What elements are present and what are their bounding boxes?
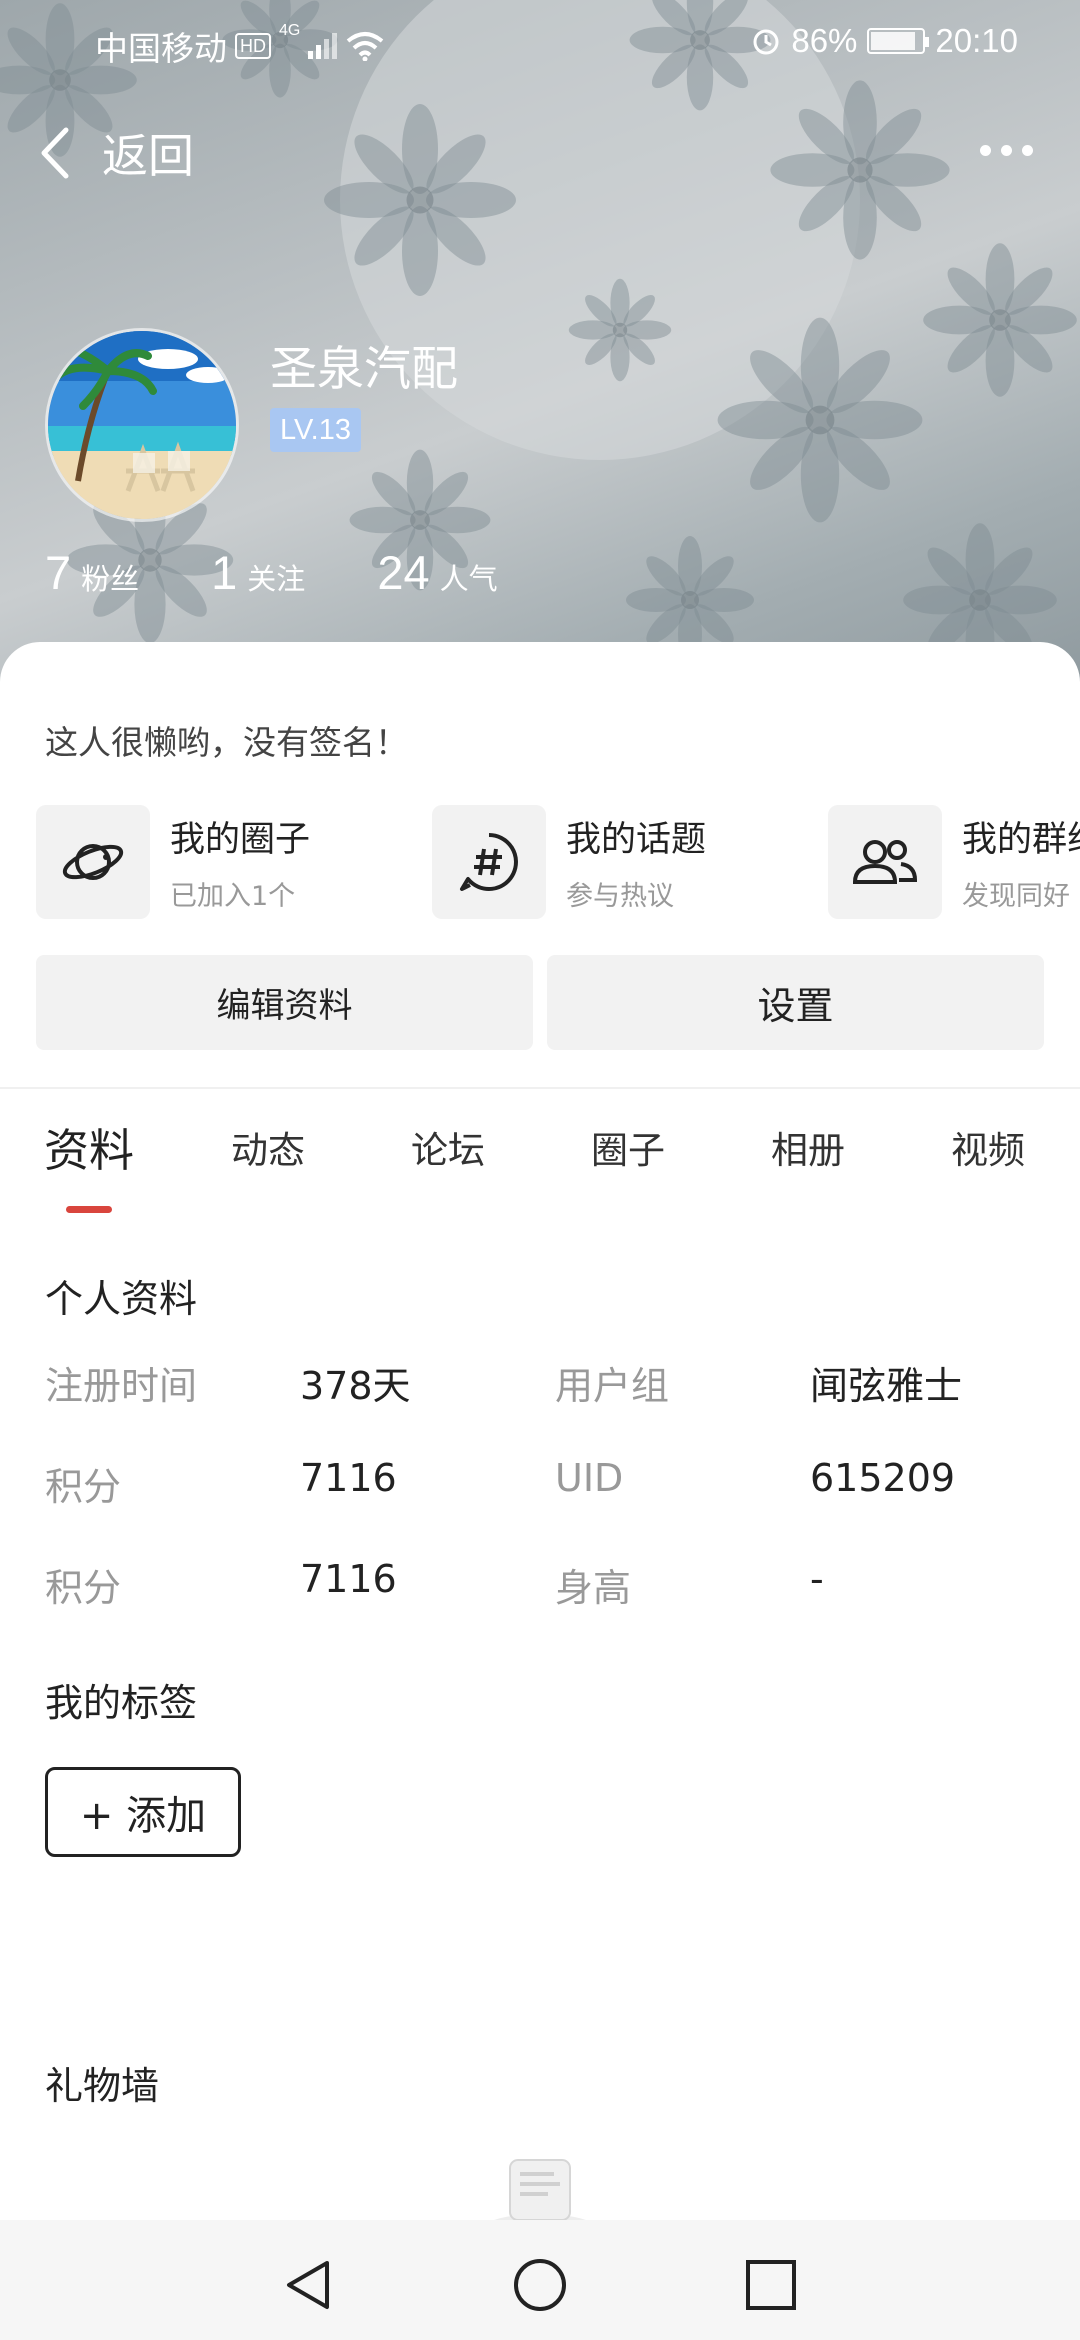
shortcut-subtitle: 参与热议	[566, 881, 674, 912]
profile-signature: 这人很懒哟，没有签名！	[45, 723, 408, 762]
stat-fans[interactable]: 7 粉丝	[45, 545, 139, 600]
topic-hash-icon	[432, 805, 546, 919]
my-tags-title: 我的标签	[45, 1681, 198, 1725]
info-key: UID	[555, 1456, 624, 1500]
planet-icon	[36, 805, 150, 919]
info-value: 378天	[300, 1364, 411, 1408]
tab-activity[interactable]: 动态	[231, 1120, 305, 1174]
shortcut-my-groups[interactable]: 我的群组 发现同好	[828, 805, 1080, 919]
info-value: 615209	[810, 1456, 956, 1500]
nav-back-icon[interactable]	[281, 2257, 337, 2313]
info-key: 注册时间	[45, 1364, 198, 1408]
active-tab-indicator	[66, 1206, 112, 1213]
divider	[0, 1087, 1080, 1089]
status-bar: 中国移动 HD 4G 86% 20:10	[0, 0, 1080, 84]
add-tag-button[interactable]: + 添加	[45, 1767, 241, 1857]
chevron-left-icon	[41, 127, 69, 179]
back-button[interactable]: 返回	[38, 120, 194, 186]
tab-forum[interactable]: 论坛	[411, 1120, 485, 1174]
alarm-icon	[753, 29, 779, 55]
info-key: 用户组	[555, 1364, 670, 1408]
shortcut-subtitle: 已加入1个	[170, 881, 296, 912]
tab-video[interactable]: 视频	[951, 1120, 1025, 1174]
group-icon	[828, 805, 942, 919]
gift-wall-title: 礼物墙	[45, 2064, 160, 2108]
hd-badge: HD	[235, 33, 271, 59]
shortcut-my-topics[interactable]: 我的话题 参与热议	[432, 805, 706, 919]
stat-label: 关注	[247, 562, 306, 596]
clock: 20:10	[935, 22, 1018, 59]
battery-icon	[867, 28, 930, 54]
beach-avatar-image	[48, 331, 236, 519]
stat-following[interactable]: 1 关注	[211, 545, 305, 600]
back-label: 返回	[102, 129, 194, 183]
stat-number: 1	[211, 546, 238, 599]
nav-recents-icon[interactable]	[743, 2257, 799, 2313]
settings-button[interactable]: 设置	[547, 955, 1044, 1050]
stat-label: 粉丝	[81, 562, 140, 596]
network-type: 4G	[279, 22, 301, 39]
info-value: 闻弦雅士	[810, 1364, 963, 1408]
stat-number: 24	[377, 546, 430, 599]
stat-popularity: 24 人气	[377, 545, 497, 600]
info-value: 7116	[300, 1557, 397, 1601]
profile-name: 圣泉汽配	[270, 342, 458, 397]
level-badge: LV.13	[270, 408, 361, 452]
profile-tabs: 资料 动态 论坛 圈子 相册 视频	[0, 1120, 1080, 1210]
info-value: 7116	[300, 1456, 397, 1500]
info-value: -	[810, 1557, 824, 1601]
personal-info-title: 个人资料	[45, 1277, 198, 1321]
stat-label: 人气	[439, 562, 498, 596]
wifi-icon	[347, 32, 384, 61]
info-key: 积分	[45, 1566, 122, 1610]
shortcut-title: 我的圈子	[170, 820, 311, 860]
empty-gift-illustration-icon	[484, 2159, 596, 2230]
shortcut-title: 我的群组	[962, 820, 1080, 860]
profile-stats: 7 粉丝 1 关注 24 人气	[45, 545, 570, 600]
more-icon[interactable]	[980, 140, 1040, 160]
avatar[interactable]	[45, 328, 239, 522]
tab-circles[interactable]: 圈子	[591, 1120, 665, 1174]
carrier-label: 中国移动	[95, 30, 227, 67]
edit-profile-button[interactable]: 编辑资料	[36, 955, 533, 1050]
shortcut-title: 我的话题	[566, 820, 707, 860]
nav-home-icon[interactable]	[512, 2257, 568, 2313]
shortcut-subtitle: 发现同好	[962, 881, 1070, 912]
shortcut-my-circles[interactable]: 我的圈子 已加入1个	[36, 805, 310, 919]
tab-profile[interactable]: 资料	[44, 1114, 134, 1179]
info-key: 积分	[45, 1465, 122, 1509]
info-key: 身高	[555, 1566, 632, 1610]
battery-percent: 86%	[791, 22, 858, 59]
stat-number: 7	[45, 546, 72, 599]
tab-album[interactable]: 相册	[771, 1120, 845, 1174]
signal-icon	[308, 33, 338, 59]
